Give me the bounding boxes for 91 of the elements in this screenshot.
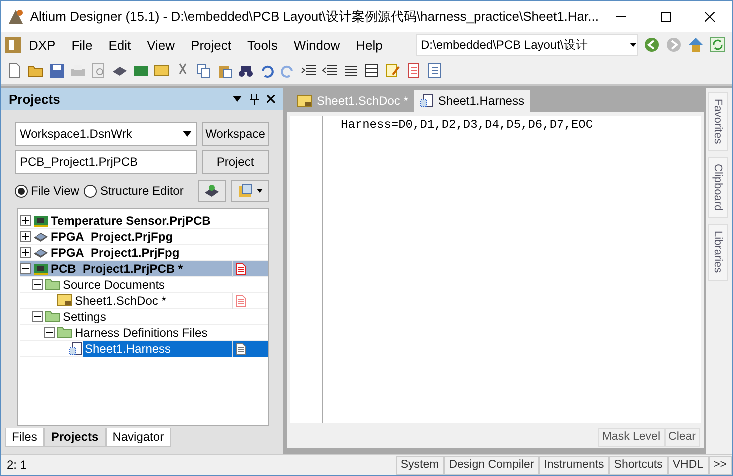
maximize-icon (660, 12, 670, 22)
expand-icon[interactable] (20, 231, 31, 242)
copy-icon[interactable] (196, 63, 212, 79)
side-panel-tab[interactable]: Favorites (708, 92, 728, 152)
status-bar-button[interactable]: VHDL (668, 456, 709, 474)
save-icon[interactable] (49, 63, 65, 79)
status-bar-button[interactable]: Shortcuts (609, 456, 668, 474)
caret-icon (630, 43, 637, 47)
tree-item[interactable]: Sheet1.SchDoc * (73, 292, 268, 308)
documents-icon (238, 184, 254, 198)
collapse-icon[interactable] (44, 327, 55, 338)
view-radio[interactable]: Structure Editor (84, 184, 184, 198)
status-bar-button[interactable]: Instruments (539, 456, 610, 474)
tree-item[interactable]: Temperature Sensor.PrjPCB (49, 212, 268, 228)
schematic-sheet-icon[interactable] (154, 63, 170, 79)
cursor-position: 2: 1 (7, 458, 28, 472)
circuit-board-icon[interactable] (133, 63, 149, 79)
panel-tab[interactable]: Files (5, 428, 44, 447)
menu-item[interactable]: Project (183, 38, 240, 52)
paste-icon[interactable] (217, 63, 233, 79)
tree-item[interactable]: Settings (61, 308, 268, 324)
schematic-sheet-icon (57, 294, 73, 307)
report-icon[interactable] (406, 63, 422, 79)
radio-button[interactable] (84, 184, 98, 198)
menu-item[interactable]: Tools (240, 38, 286, 52)
editor-button[interactable]: Mask Level (598, 428, 665, 446)
document-menu-button[interactable] (231, 180, 269, 202)
menu-item[interactable]: Window (286, 38, 348, 52)
caret-icon (256, 189, 262, 193)
panel-tab[interactable]: Navigator (106, 428, 172, 447)
tree-item[interactable]: Source Documents (61, 276, 268, 292)
app-logo-icon (7, 8, 24, 26)
caret-icon (183, 131, 192, 137)
side-panel-tab[interactable]: Libraries (708, 224, 728, 281)
workspace-button[interactable]: Workspace (202, 122, 269, 146)
harness-file-icon (420, 94, 434, 108)
collapse-icon[interactable] (32, 311, 43, 322)
undo-icon[interactable] (259, 63, 275, 79)
status-bar-button[interactable]: Design Compiler (444, 456, 540, 474)
refresh-icon[interactable] (710, 37, 726, 53)
menu-item[interactable]: DXP (21, 38, 64, 52)
chip-icon (204, 184, 220, 198)
tree-item[interactable]: PCB_Project1.PrjPCB * (49, 260, 268, 276)
dxp-icon (5, 37, 21, 53)
compile-button[interactable] (198, 180, 226, 202)
panel-tab[interactable]: Projects (44, 428, 106, 447)
expand-icon[interactable] (20, 247, 31, 258)
back-icon[interactable] (644, 37, 660, 53)
dropdown-icon[interactable] (233, 96, 242, 102)
menu-item[interactable]: View (139, 38, 184, 52)
status-bar-button[interactable]: System (396, 456, 444, 474)
list-icon[interactable] (427, 63, 443, 79)
project-button[interactable]: Project (202, 150, 269, 174)
edit-document-icon[interactable] (385, 63, 401, 79)
workspace-dropdown[interactable]: Workspace1.DsnWrk (15, 122, 197, 146)
close-icon (704, 12, 715, 22)
view-radio[interactable]: File View (15, 184, 80, 198)
path-dropdown[interactable]: D:\embedded\PCB Layout\设计 (416, 34, 638, 56)
tree-item[interactable]: FPGA_Project1.PrjFpg (49, 244, 268, 260)
circuit-board-icon (33, 214, 49, 227)
folder-icon (45, 310, 61, 323)
current-project-row[interactable]: PCB_Project1.PrjPCB * (20, 261, 268, 277)
home-icon[interactable] (688, 37, 704, 53)
collapse-icon[interactable] (32, 279, 43, 290)
code-line: Harness=D0,D1,D2,D3,D4,D5,D6,D7,EOC (341, 118, 594, 132)
window-title: Altium Designer (15.1) - D:\embedded\PCB Layout\设计案例源代码\harness_practice\Sheet1.Har... (30, 8, 599, 26)
status-bar-button[interactable]: >> (708, 456, 732, 474)
editor-button[interactable]: Clear (664, 428, 700, 446)
harness-file-icon (69, 342, 83, 356)
close-icon[interactable] (267, 95, 275, 103)
radio-button[interactable] (15, 184, 28, 198)
tree-item[interactable]: FPGA_Project.PrjFpg (49, 228, 268, 244)
pin-icon[interactable] (250, 94, 259, 104)
chip-icon (33, 246, 49, 259)
project-field[interactable]: PCB_Project1.PrjPCB (15, 150, 197, 174)
menu-item[interactable]: Edit (100, 38, 140, 52)
binoculars-icon[interactable] (238, 63, 254, 79)
table-icon[interactable] (364, 63, 380, 79)
menu-item[interactable]: File (64, 38, 101, 52)
tree-item[interactable]: Harness Definitions Files (73, 324, 268, 340)
chip-icon (33, 230, 49, 243)
document-tab[interactable]: Sheet1.Harness (414, 90, 530, 112)
side-panel-tab[interactable]: Clipboard (708, 157, 728, 218)
panel-title: Projects (9, 92, 62, 106)
folder-icon (57, 326, 73, 339)
menu-item[interactable]: Help (348, 38, 391, 52)
expand-icon[interactable] (20, 215, 31, 226)
collapse-icon[interactable] (20, 263, 31, 274)
circuit-board-icon (33, 262, 49, 275)
schematic-sheet-icon (297, 94, 313, 108)
new-file-icon[interactable] (7, 63, 23, 79)
